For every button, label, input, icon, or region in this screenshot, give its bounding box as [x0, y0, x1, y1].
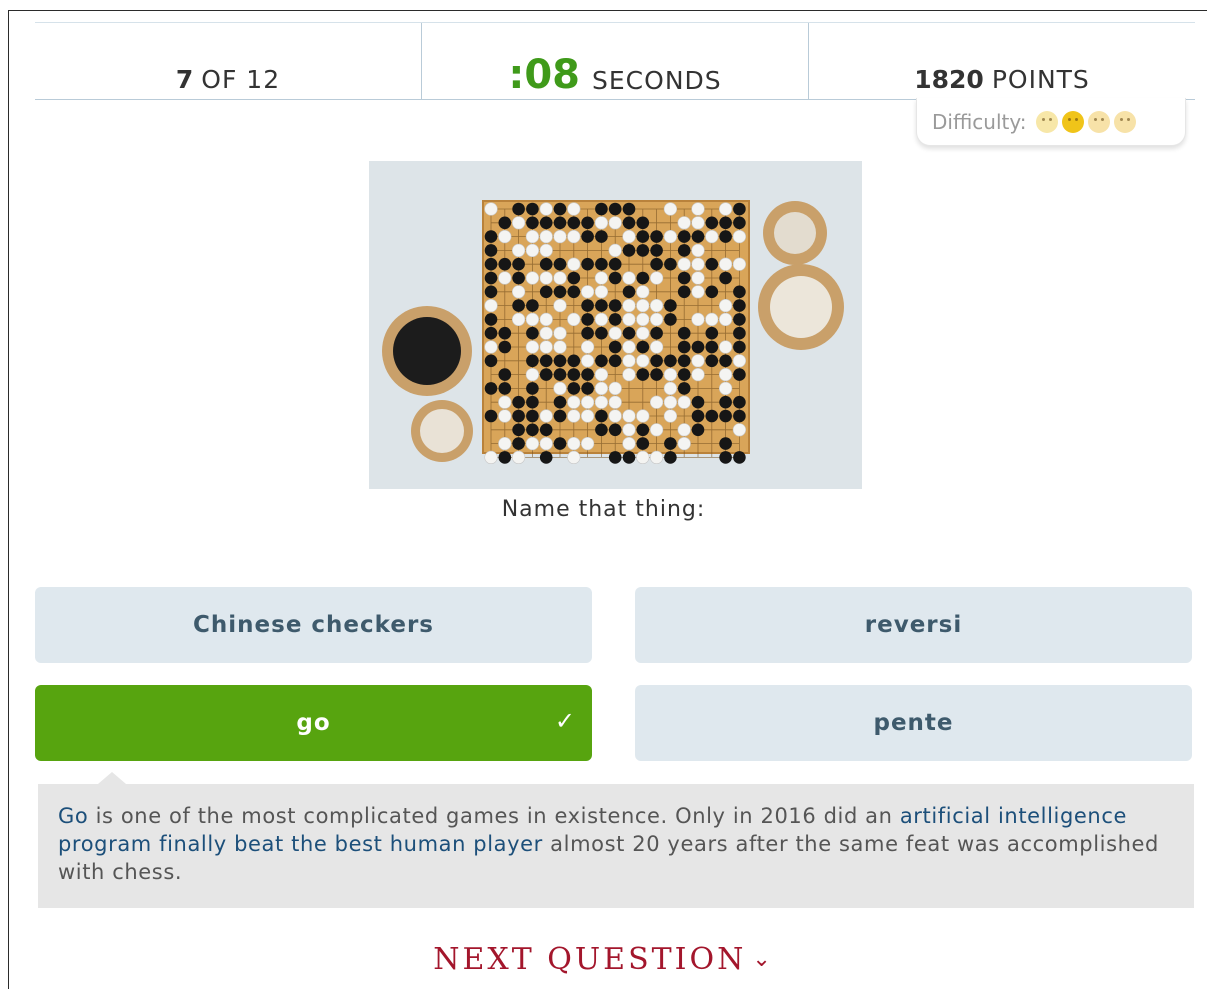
checkmark-icon: ✓	[554, 707, 576, 735]
explanation-text-1: is one of the most complicated games in …	[88, 804, 900, 828]
answer-option-2[interactable]: reversi	[635, 587, 1192, 663]
answer-explanation: Go is one of the most complicated games …	[38, 772, 1194, 908]
difficulty-rating: Difficulty:	[916, 98, 1186, 146]
chevron-down-icon: ⌄	[752, 947, 774, 972]
hard-face-icon	[1088, 110, 1111, 133]
go-link[interactable]: Go	[58, 804, 88, 828]
progress-total: of 12	[201, 65, 281, 94]
go-board-illustration	[369, 161, 862, 489]
answer-label: go	[296, 710, 331, 736]
timer-value: :08	[508, 52, 581, 98]
timer-unit: seconds	[592, 66, 722, 95]
points-unit: points	[991, 65, 1090, 94]
question-image	[369, 161, 862, 489]
points-value: 1820	[914, 65, 984, 94]
timer: :08 seconds	[421, 23, 808, 99]
progress-number: 7	[175, 65, 194, 94]
question-progress: 7 of 12	[35, 23, 421, 99]
difficulty-label: Difficulty:	[932, 109, 1027, 134]
next-question-label: NEXT QUESTION	[433, 942, 747, 977]
easy-face-icon	[1036, 110, 1059, 133]
very-hard-face-icon	[1114, 110, 1137, 133]
answer-label: pente	[873, 710, 954, 736]
answer-option-3-correct[interactable]: go ✓	[35, 685, 592, 761]
answer-label: Chinese checkers	[193, 612, 434, 638]
next-question-button[interactable]: NEXT QUESTION ⌄	[0, 942, 1207, 977]
question-prompt: Name that thing:	[501, 497, 706, 522]
medium-face-icon	[1062, 110, 1085, 133]
answer-option-1[interactable]: Chinese checkers	[35, 587, 592, 663]
answer-option-4[interactable]: pente	[635, 685, 1192, 761]
score: 1820 points	[808, 23, 1195, 99]
answer-label: reversi	[864, 612, 963, 638]
stats-bar: 7 of 12 :08 seconds 1820 points	[35, 22, 1195, 100]
